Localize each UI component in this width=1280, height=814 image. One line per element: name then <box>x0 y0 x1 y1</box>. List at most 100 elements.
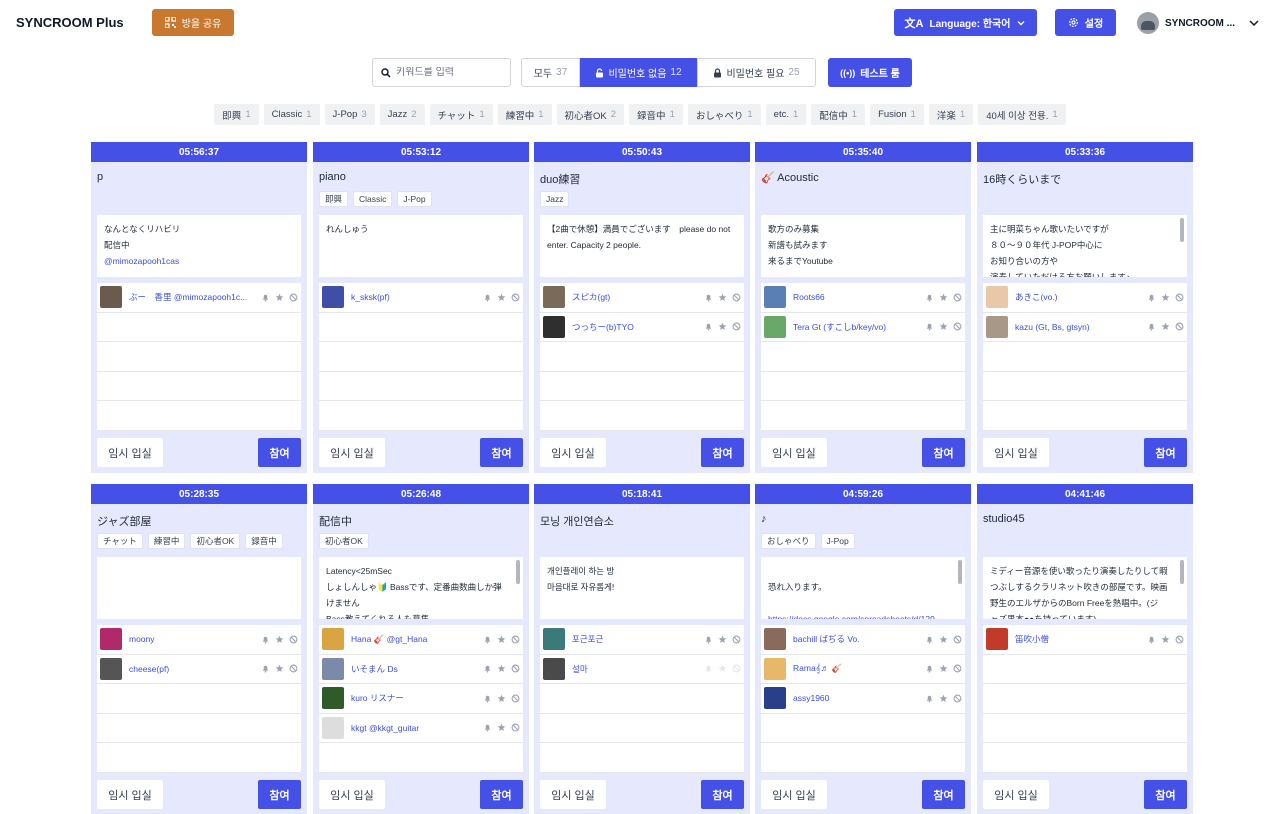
bell-icon[interactable] <box>925 694 934 703</box>
block-icon[interactable] <box>732 635 741 644</box>
member-name[interactable]: moony <box>129 634 257 644</box>
bell-icon[interactable] <box>704 635 713 644</box>
tag-chip[interactable]: 40세 이상 전용. 1 <box>978 104 1066 125</box>
member-row[interactable]: k_sksk(pf) <box>319 283 523 313</box>
member-row[interactable]: Hana 🎸 @gt_Hana <box>319 625 523 655</box>
member-name[interactable]: bachill ばぢる Vo. <box>793 633 921 645</box>
member-name[interactable]: スピカ(gt) <box>572 291 700 303</box>
bell-icon[interactable] <box>925 293 934 302</box>
member-row[interactable]: bachill ばぢる Vo. <box>761 625 965 655</box>
join-button[interactable]: 참여 <box>701 780 744 809</box>
star-icon[interactable] <box>939 664 948 673</box>
member-name[interactable]: kuro リスナー <box>351 692 479 704</box>
star-icon[interactable] <box>718 322 727 331</box>
block-icon[interactable] <box>953 664 962 673</box>
member-name[interactable]: k_sksk(pf) <box>351 292 479 302</box>
description-scrollbar[interactable] <box>516 560 520 584</box>
member-name[interactable]: cheese(pf) <box>129 664 257 674</box>
member-row[interactable]: kazu (Gt, Bs, gtsyn) <box>983 312 1187 342</box>
bell-icon[interactable] <box>925 664 934 673</box>
filter-password-required[interactable]: 비밀번호 필요 25 <box>697 58 816 87</box>
member-name[interactable]: 포근포근 <box>572 633 700 645</box>
member-row[interactable]: スピカ(gt) <box>540 283 744 313</box>
member-row[interactable]: cheese(pf) <box>97 654 301 684</box>
block-icon[interactable] <box>732 664 741 673</box>
bell-icon[interactable] <box>483 664 492 673</box>
member-row[interactable]: つっちー(b)TYO <box>540 312 744 342</box>
block-icon[interactable] <box>289 293 298 302</box>
tag-chip[interactable]: etc. 1 <box>765 104 807 125</box>
tag-chip[interactable]: 練習中 1 <box>497 104 552 125</box>
guest-enter-button[interactable]: 임시 입실 <box>97 780 163 809</box>
description-scrollbar[interactable] <box>1180 560 1184 584</box>
bell-icon[interactable] <box>483 694 492 703</box>
block-icon[interactable] <box>1175 293 1184 302</box>
block-icon[interactable] <box>289 664 298 673</box>
guest-enter-button[interactable]: 임시 입실 <box>540 438 606 467</box>
bell-icon[interactable] <box>261 664 270 673</box>
member-row[interactable]: kuro リスナー <box>319 684 523 714</box>
tag-chip[interactable]: おしゃべり 1 <box>687 104 761 125</box>
star-icon[interactable] <box>939 635 948 644</box>
member-name[interactable]: つっちー(b)TYO <box>572 321 700 333</box>
member-name[interactable]: Rama𝄞♬ 🎸 <box>793 663 921 674</box>
block-icon[interactable] <box>953 694 962 703</box>
description-link[interactable]: @mimozapooh1cas <box>104 253 294 269</box>
member-name[interactable]: ぶー 香里 @mimozapooh1c... <box>129 291 257 303</box>
member-row[interactable]: kkgt @kkgt_guitar <box>319 713 523 743</box>
guest-enter-button[interactable]: 임시 입실 <box>540 780 606 809</box>
tag-chip[interactable]: 洋楽 1 <box>928 104 974 125</box>
member-name[interactable]: あきこ(vo.) <box>1015 291 1143 303</box>
block-icon[interactable] <box>732 293 741 302</box>
bell-icon[interactable] <box>1147 322 1156 331</box>
block-icon[interactable] <box>732 322 741 331</box>
app-brand[interactable]: SYNCROOM Plus <box>16 15 124 30</box>
star-icon[interactable] <box>1161 322 1170 331</box>
star-icon[interactable] <box>718 293 727 302</box>
join-button[interactable]: 참여 <box>480 780 523 809</box>
user-menu[interactable]: SYNCROOM ... <box>1137 11 1261 35</box>
bell-icon[interactable] <box>483 723 492 732</box>
bell-icon[interactable] <box>704 664 713 673</box>
guest-enter-button[interactable]: 임시 입실 <box>983 438 1049 467</box>
star-icon[interactable] <box>497 723 506 732</box>
bell-icon[interactable] <box>261 293 270 302</box>
filter-no-password[interactable]: 비밀번호 없음 12 <box>580 58 697 87</box>
star-icon[interactable] <box>1161 293 1170 302</box>
bell-icon[interactable] <box>704 322 713 331</box>
member-name[interactable]: 笛吹小僧 <box>1015 633 1143 645</box>
description-scrollbar[interactable] <box>958 560 962 584</box>
bell-icon[interactable] <box>1147 635 1156 644</box>
tag-chip[interactable]: Fusion 1 <box>870 104 924 125</box>
tag-chip[interactable]: 初心者OK 2 <box>556 104 625 125</box>
block-icon[interactable] <box>511 664 520 673</box>
block-icon[interactable] <box>953 322 962 331</box>
guest-enter-button[interactable]: 임시 입실 <box>319 780 385 809</box>
star-icon[interactable] <box>275 664 284 673</box>
bell-icon[interactable] <box>483 635 492 644</box>
search-input[interactable] <box>396 67 506 78</box>
member-name[interactable]: Tera Gt (すこしb/key/vo) <box>793 321 921 333</box>
join-button[interactable]: 참여 <box>701 438 744 467</box>
star-icon[interactable] <box>497 293 506 302</box>
tag-chip[interactable]: Classic 1 <box>263 104 320 125</box>
block-icon[interactable] <box>511 723 520 732</box>
tag-chip[interactable]: Jazz 2 <box>379 104 425 125</box>
tag-chip[interactable]: 録音中 1 <box>629 104 683 125</box>
member-row[interactable]: 설마 <box>540 654 744 684</box>
star-icon[interactable] <box>497 635 506 644</box>
bell-icon[interactable] <box>1147 293 1156 302</box>
tag-chip[interactable]: J-Pop 3 <box>324 104 375 125</box>
description-link[interactable]: https://docs.google.com/spreadsheets/d/1… <box>768 611 958 619</box>
star-icon[interactable] <box>497 694 506 703</box>
star-icon[interactable] <box>939 293 948 302</box>
join-button[interactable]: 참여 <box>1144 438 1187 467</box>
bell-icon[interactable] <box>704 293 713 302</box>
guest-enter-button[interactable]: 임시 입실 <box>97 438 163 467</box>
join-button[interactable]: 참여 <box>258 438 301 467</box>
filter-all[interactable]: 모두 37 <box>521 58 580 87</box>
member-row[interactable]: 笛吹小僧 <box>983 625 1187 655</box>
star-icon[interactable] <box>275 635 284 644</box>
join-button[interactable]: 참여 <box>480 438 523 467</box>
bell-icon[interactable] <box>925 322 934 331</box>
